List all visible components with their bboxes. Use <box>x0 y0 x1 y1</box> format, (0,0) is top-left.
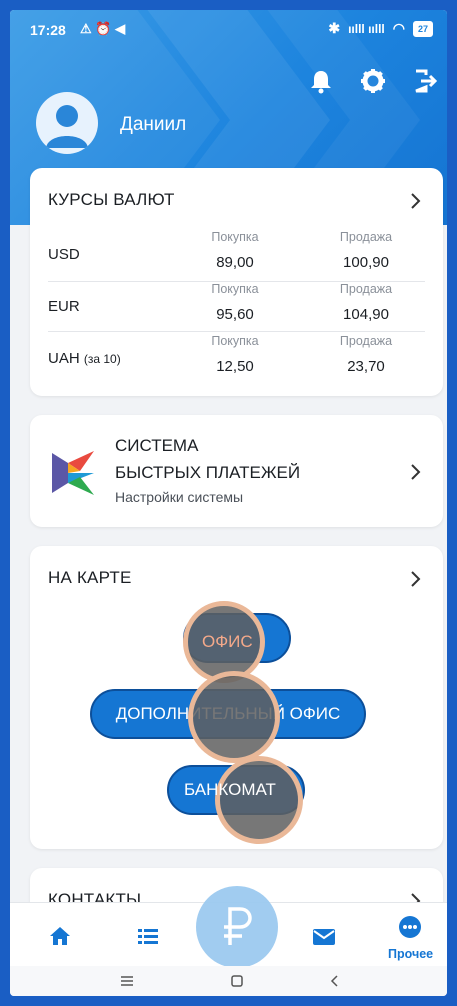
wifi-icon: ◠ <box>392 20 405 36</box>
home-icon[interactable] <box>48 925 72 947</box>
touch-indicator <box>215 756 303 844</box>
more-icon[interactable] <box>398 915 422 939</box>
buy-value: 89,00 <box>216 254 254 271</box>
status-notification-icons: ⚠ ⏰ ◀ <box>80 21 126 36</box>
currency-code-text: UAH <box>48 350 80 367</box>
buy-label: Покупка <box>211 230 259 244</box>
rate-row-uah: UAH (за 10) Покупка 12,50 Продажа 23,70 <box>30 332 443 382</box>
sell-value: 23,70 <box>347 358 385 375</box>
user-name: Даниил <box>120 114 187 135</box>
sbp-title-line1: СИСТЕМА <box>115 436 199 455</box>
more-label: Прочее <box>388 947 434 961</box>
ruble-icon <box>224 907 252 945</box>
buy-label: Покупка <box>211 334 259 348</box>
app-screen: 17:28 ⚠ ⏰ ◀ ✱ ıılll ıılll ◠ 27 Даниил КУ… <box>10 10 447 996</box>
sbp-card[interactable]: СИСТЕМА БЫСТРЫХ ПЛАТЕЖЕЙ Настройки систе… <box>30 415 443 527</box>
recents-icon[interactable] <box>120 974 134 988</box>
exchange-rates-card[interactable]: КУРСЫ ВАЛЮТ USD Покупка 89,00 Продажа 10… <box>30 168 443 396</box>
list-icon[interactable] <box>136 925 160 947</box>
touch-indicator <box>188 671 280 763</box>
office-label: ОФИС <box>202 632 253 651</box>
currency-code: UAH (за 10) <box>48 350 121 367</box>
battery-icon: 27 <box>412 20 433 37</box>
bell-icon[interactable] <box>306 66 336 96</box>
map-title: НА КАРТЕ <box>48 568 132 587</box>
payments-fab[interactable] <box>196 886 278 968</box>
rates-title: КУРСЫ ВАЛЮТ <box>48 190 175 209</box>
back-icon[interactable] <box>328 974 342 988</box>
gear-icon[interactable] <box>358 66 388 96</box>
rate-row-eur: EUR Покупка 95,60 Продажа 104,90 <box>30 280 443 330</box>
atm-label: БАНКОМАТ <box>184 780 276 799</box>
chevron-right-icon <box>411 193 421 209</box>
avatar[interactable] <box>36 92 98 154</box>
home-button-icon[interactable] <box>230 974 244 988</box>
sell-label: Продажа <box>339 230 393 244</box>
status-time: 17:28 <box>30 22 66 38</box>
sell-label: Продажа <box>339 334 393 348</box>
currency-code: USD <box>48 246 80 263</box>
sbp-logo-icon <box>52 451 94 495</box>
buy-value: 12,50 <box>216 358 254 375</box>
sell-label: Продажа <box>339 282 393 296</box>
user-icon <box>46 105 88 148</box>
buy-label: Покупка <box>211 282 259 296</box>
sbp-title-line2: БЫСТРЫХ ПЛАТЕЖЕЙ <box>115 463 301 482</box>
mail-icon[interactable] <box>312 927 336 947</box>
sell-value: 104,90 <box>343 306 389 323</box>
map-card: НА КАРТЕ ОФИС ДОПОЛНИТЕЛЬНЫЙ ОФИС БАНКОМ… <box>30 546 443 849</box>
signal-icon: ıılll ıılll <box>348 21 385 36</box>
currency-code: EUR <box>48 298 80 315</box>
system-navigation-bar <box>10 966 447 996</box>
sbp-subtitle: Настройки системы <box>115 489 244 505</box>
chevron-right-icon <box>411 464 421 480</box>
status-system-icons: ✱ ıılll ıılll ◠ 27 <box>328 20 433 37</box>
status-bar: 17:28 ⚠ ⏰ ◀ ✱ ıılll ıılll ◠ 27 <box>10 10 447 50</box>
logout-icon[interactable] <box>410 66 440 96</box>
buy-value: 95,60 <box>216 306 254 323</box>
chevron-right-icon[interactable] <box>409 570 421 588</box>
rate-row-usd: USD Покупка 89,00 Продажа 100,90 <box>30 228 443 278</box>
currency-note: (за 10) <box>83 352 121 366</box>
bluetooth-icon: ✱ <box>328 20 341 36</box>
sell-value: 100,90 <box>343 254 389 271</box>
